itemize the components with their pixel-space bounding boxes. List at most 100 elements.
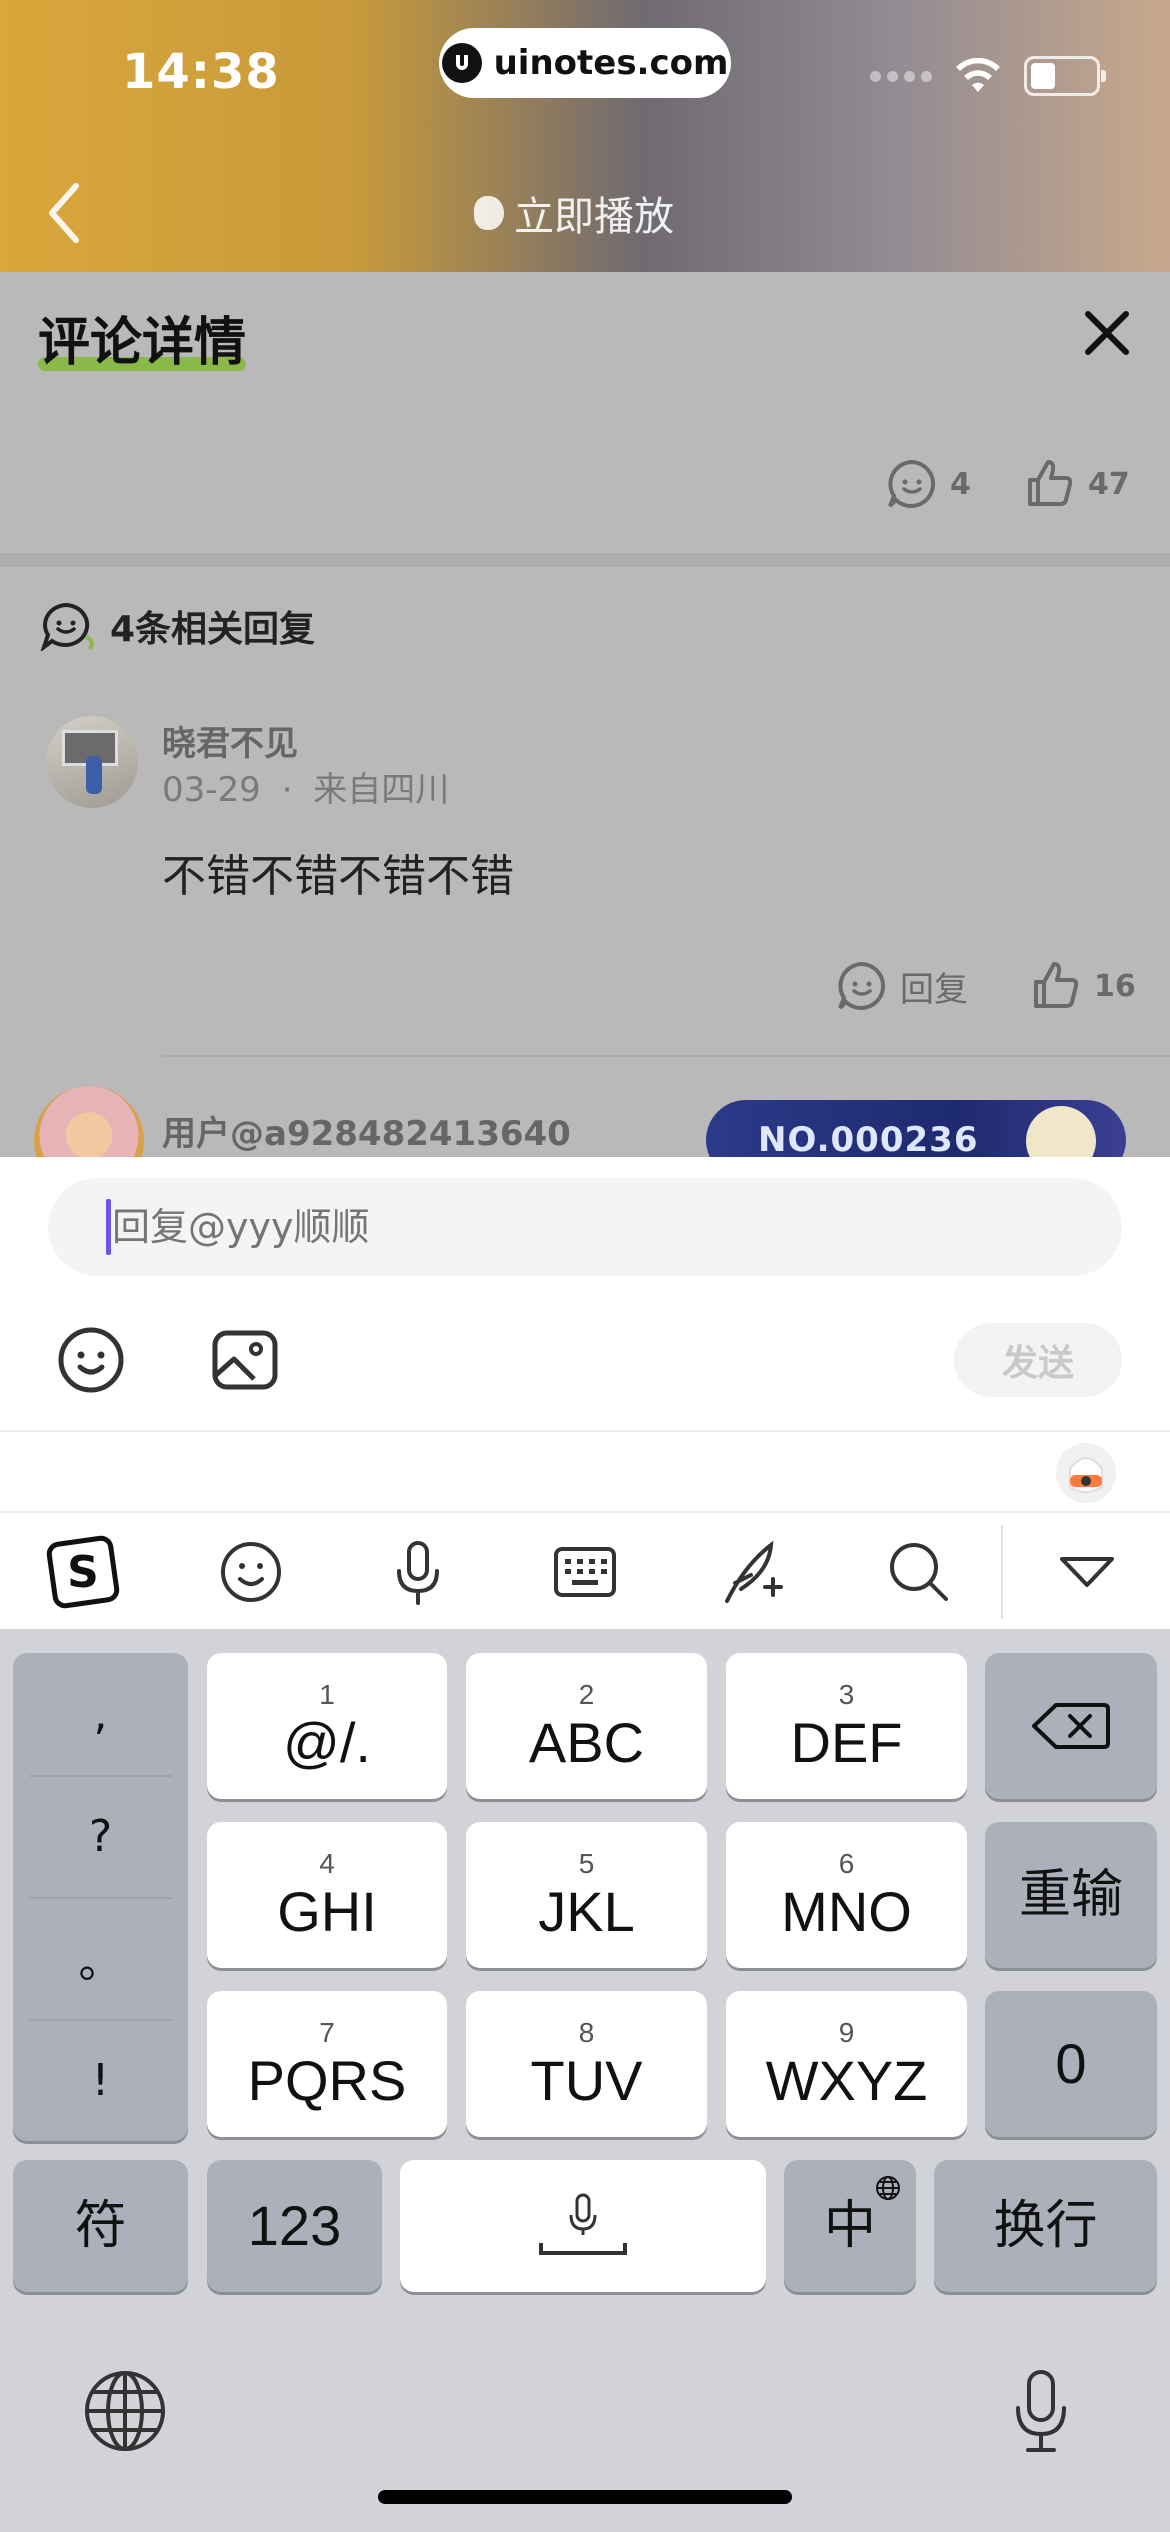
key-label: @/. [283,1711,371,1774]
comment-bubble-icon [888,459,936,508]
comment-detail-sheet: 评论详情 4 47 4条相关回复 晓君不见 03-29 · 来自四川 不错不错不… [0,0,1170,1157]
replies-bubble-icon [40,602,95,651]
key-6[interactable]: 6 MNO [726,1822,967,1968]
smiley-icon[interactable] [214,1535,288,1609]
thumbs-up-icon [1034,962,1079,1008]
reply-input[interactable] [48,1178,1122,1276]
key-0[interactable]: 0 [985,1991,1157,2137]
section-divider [0,553,1170,567]
reply-location: 来自四川 [313,770,450,810]
microphone-space-icon [539,2193,627,2255]
close-icon[interactable] [1080,306,1134,360]
avatar-figure [86,756,102,794]
key-number: 1 [319,1679,335,1710]
search-icon[interactable] [882,1535,956,1609]
sogou-logo-icon[interactable]: S [46,1535,120,1609]
backspace-icon [1032,1703,1110,1749]
composer-divider [0,1430,1170,1432]
punct-period-key[interactable]: 。 [13,1897,188,2019]
language-key[interactable]: 中 [784,2160,916,2292]
key-label: ABC [528,1711,645,1774]
key-number: 2 [578,1679,595,1710]
key-label: 123 [247,2194,342,2257]
toolbar-divider [1001,1525,1003,1619]
home-indicator[interactable] [378,2490,792,2504]
reply-text: 不错不错不错不错 [162,851,514,902]
key-label: JKL [538,1880,635,1943]
key-number: 4 [319,1848,335,1879]
key-label: PQRS [247,2049,407,2112]
reply-composer: 发送 [0,1157,1170,1511]
key-label: 中 [823,2196,876,2256]
globe-small-icon [876,2176,900,2200]
key-label: GHI [277,1880,377,1943]
punct-question-key[interactable]: ? [13,1775,188,1897]
text-caret [106,1199,111,1255]
reply-label: 回复 [900,969,968,1010]
thumbs-up-icon [1028,460,1073,506]
reply-date: 03-29 [162,770,261,810]
badge-text: NO.000236 [758,1120,979,1157]
key-label: 0 [1055,2032,1087,2095]
comment-count: 4 [950,466,971,502]
reply-meta: 03-29 · 来自四川 [162,762,449,811]
key-3[interactable]: 3 DEF [726,1653,967,1799]
key-label: 换行 [993,2196,1098,2256]
svg-text:S: S [67,1547,99,1598]
reply-like-button[interactable]: 16 [1030,960,1136,1012]
emoji-icon[interactable] [56,1325,126,1395]
key-number: 7 [319,2017,335,2048]
numbers-key[interactable]: 123 [207,2160,382,2292]
key-label: TUV [530,2049,643,2112]
punctuation-column[interactable]: , ? 。 ! [13,1653,188,2141]
key-2[interactable]: 2 ABC [466,1653,707,1799]
key-label: WXYZ [765,2049,928,2112]
backspace-key[interactable] [985,1653,1157,1799]
user-badge-image: NO.000236 [706,1100,1126,1157]
dictation-icon[interactable] [996,2366,1086,2456]
meta-separator: · [281,770,293,810]
key-number: 3 [838,1679,855,1710]
reenter-key[interactable]: 重输 [985,1822,1157,1968]
collapse-keyboard-icon[interactable] [1050,1535,1124,1609]
replies-heading: 4条相关回复 [40,600,315,652]
key-label: 重输 [1018,1865,1123,1925]
page-title-text: 评论详情 [38,313,247,373]
punct-exclaim-key[interactable]: ! [13,2019,188,2141]
symbols-key[interactable]: 符 [13,2160,188,2292]
quill-icon[interactable] [715,1535,789,1609]
row-divider [162,1055,1170,1057]
microphone-icon[interactable] [381,1535,455,1609]
key-number: 5 [578,1848,595,1879]
globe-icon[interactable] [80,2366,170,2456]
reply-button[interactable]: 回复 [836,960,968,1012]
key-1[interactable]: 1 @/. [207,1653,447,1799]
punct-comma-key[interactable]: , [13,1653,188,1775]
key-7[interactable]: 7 PQRS [207,1991,447,2137]
keyboard-icon[interactable] [548,1535,622,1609]
mascot-icon[interactable] [1056,1443,1116,1503]
comment-count-button[interactable]: 4 [886,458,971,510]
key-label: DEF [790,1711,903,1774]
badge-mascot [1026,1106,1096,1157]
sheet-background [0,272,1170,1157]
like-button[interactable]: 47 [1024,458,1130,510]
key-8[interactable]: 8 TUV [466,1991,707,2137]
key-4[interactable]: 4 GHI [207,1822,447,1968]
key-number: 6 [838,1848,855,1879]
replies-heading-text: 4条相关回复 [110,609,316,650]
ime-toolbar: S [0,1511,1170,1629]
image-icon[interactable] [210,1325,280,1395]
key-9[interactable]: 9 WXYZ [726,1991,967,2137]
key-number: 9 [838,2017,855,2048]
newline-key[interactable]: 换行 [934,2160,1157,2292]
send-button[interactable]: 发送 [954,1323,1122,1397]
reply-username[interactable]: 用户@a928482413640 [162,1106,571,1155]
reply-username[interactable]: 晓君不见 [162,716,298,765]
key-number: 8 [578,2017,595,2048]
key-5[interactable]: 5 JKL [466,1822,707,1968]
keyboard: , ? 。 ! 1 @/. 2 ABC 3 DEF 4 GHI 5 JKL 6 … [0,1629,1170,2532]
avatar[interactable] [46,716,138,808]
space-key[interactable] [400,2160,766,2292]
reply-like-count: 16 [1094,968,1136,1004]
